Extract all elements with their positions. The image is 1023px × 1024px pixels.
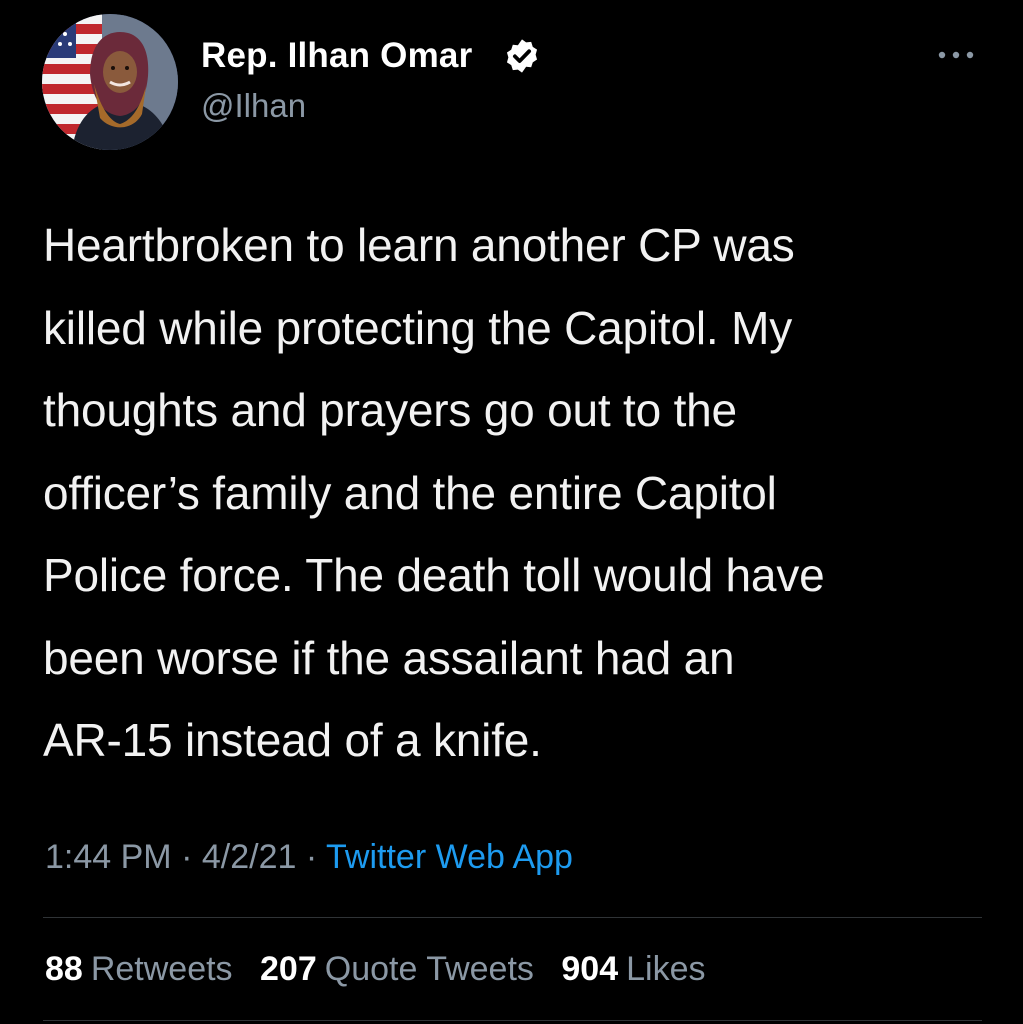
author-handle[interactable]: @Ilhan [201, 87, 306, 125]
divider [43, 917, 982, 918]
tweet-meta: 1:44 PM · 4/2/21 · Twitter Web App [45, 838, 573, 877]
meta-separator: · [305, 838, 318, 876]
tweet-text-line: been worse if the assailant had an [43, 631, 735, 684]
likes-count: 904 [561, 950, 619, 988]
author-name[interactable]: Rep. Ilhan Omar [201, 36, 472, 76]
tweet-text: Heartbroken to learn another CP was kill… [43, 204, 993, 782]
avatar-image [42, 14, 178, 150]
quote-tweets-stat[interactable]: 207 Quote Tweets [260, 950, 534, 988]
retweets-label: Retweets [90, 950, 233, 988]
tweet-text-line: AR-15 instead of a knife. [43, 714, 542, 766]
tweet-card: Rep. Ilhan Omar @Ilhan Heartbroken to le… [0, 0, 1023, 1024]
tweet-text-line: officer’s family and the entire Capitol [43, 466, 777, 519]
tweet-stats: 88 Retweets 207 Quote Tweets 904 Likes [45, 950, 723, 989]
tweet-text-line: thoughts and prayers go out to the [43, 384, 737, 436]
tweet-text-line: Heartbroken to learn another CP was [43, 219, 795, 271]
quote-tweets-count: 207 [260, 950, 317, 988]
tweet-text-line: Police force. The death toll would have [43, 549, 825, 601]
meta-separator: · [181, 838, 193, 876]
retweets-count: 88 [45, 950, 83, 988]
tweet-date[interactable]: 4/2/21 [202, 838, 297, 876]
tweet-time[interactable]: 1:44 PM [45, 838, 172, 876]
tweet-text-line: killed while protecting the Capitol. My [43, 301, 792, 354]
retweets-stat[interactable]: 88 Retweets [45, 950, 233, 988]
avatar[interactable] [42, 14, 178, 150]
more-horizontal-icon[interactable] [934, 40, 978, 70]
tweet-source-link[interactable]: Twitter Web App [326, 838, 573, 876]
likes-stat[interactable]: 904 Likes [561, 950, 705, 988]
likes-label: Likes [626, 950, 706, 988]
verified-badge-icon [506, 39, 538, 73]
divider [43, 1020, 982, 1021]
quote-tweets-label: Quote Tweets [324, 950, 534, 988]
